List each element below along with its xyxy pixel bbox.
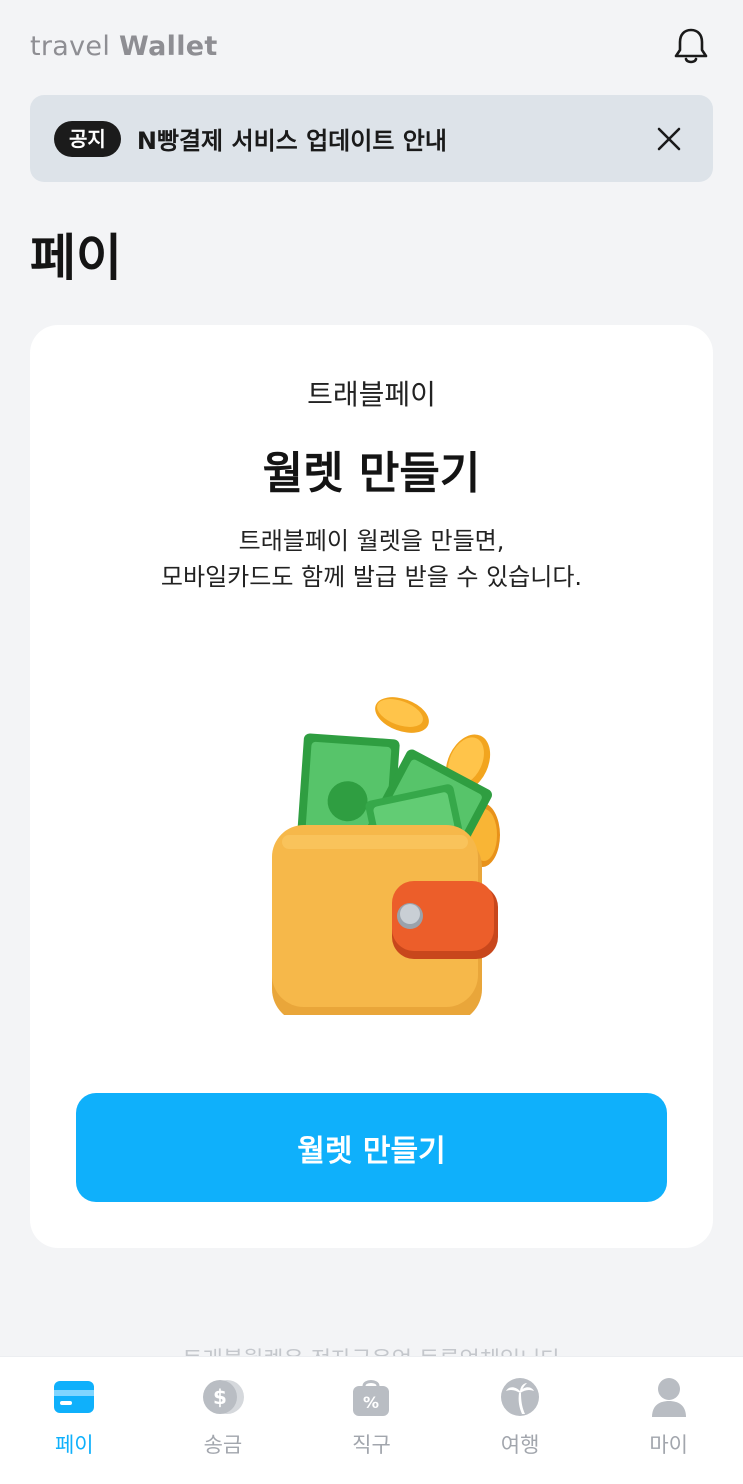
card-title: 월렛 만들기 bbox=[262, 448, 481, 499]
tab-label: 송금 bbox=[203, 1433, 243, 1457]
card-description-line2: 모바일카드도 함께 발급 받을 수 있습니다. bbox=[160, 563, 583, 591]
notice-badge: 공지 bbox=[54, 120, 121, 157]
card-description-line1: 트래블페이 월렛을 만들면, bbox=[238, 527, 505, 555]
notice-text[interactable]: N빵결제 서비스 업데이트 안내 bbox=[137, 121, 649, 156]
logo-text-bold: Wallet bbox=[119, 30, 218, 62]
palm-tree-icon bbox=[498, 1377, 542, 1417]
card-subtitle: 트래블페이 bbox=[307, 378, 436, 411]
close-icon bbox=[657, 127, 681, 150]
tab-my[interactable]: 마이 bbox=[594, 1357, 743, 1484]
create-wallet-button[interactable]: 월렛 만들기 bbox=[76, 1093, 667, 1202]
svg-text:$: $ bbox=[213, 1385, 227, 1409]
dollar-coin-icon: $ bbox=[201, 1377, 245, 1417]
tab-label: 여행 bbox=[500, 1433, 540, 1457]
tab-label: 직구 bbox=[352, 1433, 391, 1457]
notification-button[interactable] bbox=[669, 24, 713, 68]
tab-pay[interactable]: 페이 bbox=[0, 1357, 149, 1484]
bell-icon bbox=[674, 28, 708, 64]
shopping-bag-icon: % bbox=[349, 1377, 393, 1417]
app-header: travel Wallet bbox=[30, 20, 713, 72]
card-icon bbox=[52, 1377, 96, 1417]
card-description: 트래블페이 월렛을 만들면, 모바일카드도 함께 발급 받을 수 있습니다. bbox=[30, 523, 713, 595]
tab-direct-purchase[interactable]: % 직구 bbox=[297, 1357, 446, 1484]
app-logo: travel Wallet bbox=[30, 31, 218, 62]
bottom-tab-bar: 페이 $ 송금 % 직구 여행 마이 bbox=[0, 1356, 743, 1484]
tab-remit[interactable]: $ 송금 bbox=[149, 1357, 298, 1484]
wallet-illustration bbox=[272, 697, 500, 1015]
svg-text:%: % bbox=[363, 1393, 379, 1412]
logo-text-light: travel bbox=[30, 30, 120, 62]
notice-banner[interactable]: 공지 N빵결제 서비스 업데이트 안내 bbox=[30, 95, 713, 182]
tab-label: 마이 bbox=[649, 1433, 688, 1457]
tab-label: 페이 bbox=[54, 1433, 94, 1457]
page-title: 페이 bbox=[30, 229, 122, 287]
wallet-create-card: 트래블페이 월렛 만들기 트래블페이 월렛을 만들면, 모바일카드도 함께 발급… bbox=[30, 325, 713, 1248]
notice-close-button[interactable] bbox=[649, 119, 689, 159]
tab-travel[interactable]: 여행 bbox=[446, 1357, 595, 1484]
person-icon bbox=[647, 1377, 691, 1417]
